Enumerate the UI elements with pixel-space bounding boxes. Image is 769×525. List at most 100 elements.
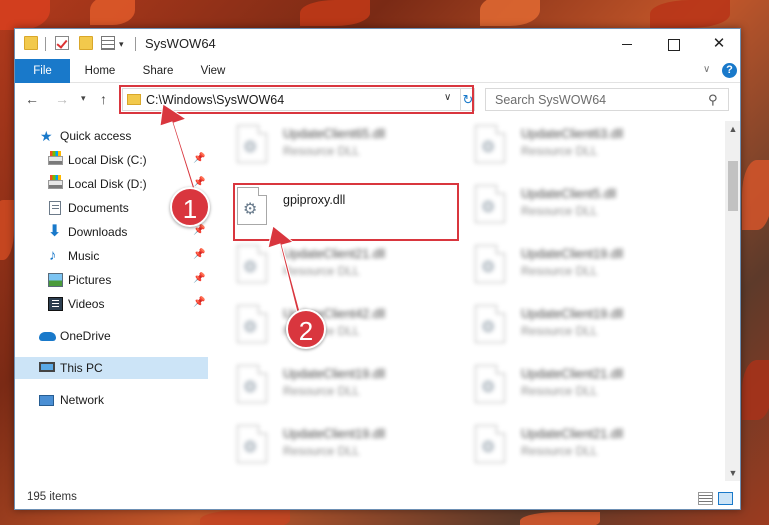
- scrollbar-thumb[interactable]: [728, 161, 738, 211]
- network-icon: [39, 395, 54, 406]
- music-note-icon: ♪: [49, 247, 57, 264]
- help-icon[interactable]: ?: [722, 63, 737, 78]
- close-button[interactable]: ✕: [696, 29, 740, 59]
- dll-file-icon: ⚙: [237, 425, 267, 463]
- pin-icon[interactable]: 📌: [193, 177, 205, 188]
- dll-file-icon: ⚙: [475, 185, 505, 223]
- background-leaf: [200, 510, 290, 525]
- sidebar-item-label: Music: [68, 249, 100, 263]
- customize-toolbar-chevron-icon[interactable]: ▾: [119, 39, 124, 50]
- sidebar-item-label: OneDrive: [60, 329, 111, 343]
- gear-icon: ⚙: [481, 139, 496, 156]
- file-type: Resource DLL: [521, 264, 598, 278]
- recent-locations-chevron-icon[interactable]: ▾: [81, 93, 86, 104]
- file-type: Resource DLL: [521, 144, 598, 158]
- pin-icon[interactable]: 📌: [193, 249, 205, 260]
- gear-icon: ⚙: [243, 259, 258, 276]
- file-name: UpdateClient19.dll: [283, 427, 386, 441]
- file-item[interactable]: ⚙ UpdateClient19.dll Resource DLL: [463, 301, 688, 351]
- scroll-up-arrow-icon[interactable]: ▲: [725, 121, 740, 137]
- scroll-down-arrow-icon[interactable]: ▼: [725, 465, 740, 481]
- sidebar-item-label: Documents: [68, 201, 129, 215]
- window-title: SysWOW64: [145, 36, 216, 51]
- forward-arrow-icon[interactable]: →: [55, 91, 69, 107]
- gear-icon: ⚙: [481, 439, 496, 456]
- file-item[interactable]: ⚙ UpdateClient21.dll Resource DLL: [463, 361, 688, 411]
- pin-icon[interactable]: 📌: [193, 273, 205, 284]
- expand-ribbon-chevron-icon[interactable]: ∨: [703, 64, 710, 75]
- gear-icon: ⚙: [243, 439, 258, 456]
- sidebar-item-label: Local Disk (D:): [68, 177, 147, 191]
- drive-icon: [48, 175, 63, 189]
- drive-icon: [48, 151, 63, 165]
- tab-home[interactable]: Home: [75, 59, 125, 83]
- tab-share[interactable]: Share: [133, 59, 183, 83]
- gear-icon: ⚙: [481, 379, 496, 396]
- gear-icon: ⚙: [243, 319, 258, 336]
- back-arrow-icon[interactable]: ←: [25, 91, 39, 107]
- pin-icon[interactable]: 📌: [193, 297, 205, 308]
- vertical-scrollbar[interactable]: ▲ ▼: [725, 121, 740, 481]
- pin-icon[interactable]: 📌: [193, 225, 205, 236]
- dll-file-icon: ⚙: [237, 305, 267, 343]
- details-view-icon[interactable]: [698, 492, 713, 505]
- file-item[interactable]: ⚙ UpdateClient21.dll Resource DLL: [463, 421, 688, 471]
- search-placeholder: Search SysWOW64: [495, 93, 607, 107]
- gear-icon: ⚙: [243, 139, 258, 156]
- file-item[interactable]: ⚙ UpdateClient5.dll Resource DLL: [463, 181, 688, 231]
- search-input[interactable]: Search SysWOW64 ⚲: [485, 88, 729, 111]
- sidebar-item-local-disk-c[interactable]: Local Disk (C:) 📌: [15, 149, 208, 171]
- sidebar-item-music[interactable]: ♪ Music 📌: [15, 245, 208, 267]
- large-icons-view-icon[interactable]: [718, 492, 733, 505]
- step-2-badge: 2: [286, 309, 326, 349]
- dll-file-icon: ⚙: [237, 365, 267, 403]
- file-type: Resource DLL: [521, 204, 598, 218]
- dll-file-icon: ⚙: [237, 245, 267, 283]
- file-type: Resource DLL: [283, 144, 360, 158]
- dll-file-icon: ⚙: [475, 365, 505, 403]
- file-item[interactable]: ⚙ UpdateClient42.dll Resource DLL: [225, 301, 450, 351]
- computer-icon: [39, 362, 55, 372]
- gear-icon: ⚙: [481, 319, 496, 336]
- sidebar-item-this-pc[interactable]: This PC: [15, 357, 208, 379]
- sidebar-item-onedrive[interactable]: OneDrive: [15, 325, 208, 347]
- minimize-button[interactable]: [604, 29, 650, 59]
- file-type: Resource DLL: [283, 384, 360, 398]
- file-name: UpdateClient21.dll: [521, 367, 624, 381]
- properties-check-icon[interactable]: [55, 36, 69, 50]
- file-item[interactable]: ⚙ UpdateClient19.dll Resource DLL: [463, 241, 688, 291]
- background-leaf: [90, 0, 135, 25]
- new-folder-icon[interactable]: [79, 36, 93, 50]
- file-item[interactable]: ⚙ UpdateClient63.dll Resource DLL: [463, 121, 688, 171]
- tab-view[interactable]: View: [190, 59, 236, 83]
- file-item[interactable]: ⚙ UpdateClient21.dll Resource DLL: [225, 241, 450, 291]
- file-item[interactable]: ⚙ UpdateClient19.dll Resource DLL: [225, 421, 450, 471]
- up-arrow-icon[interactable]: ↑: [100, 91, 107, 107]
- file-item[interactable]: ⚙ UpdateClient65.dll Resource DLL: [225, 121, 450, 171]
- pin-icon[interactable]: 📌: [193, 153, 205, 164]
- background-leaf: [300, 0, 370, 26]
- sidebar-item-label: Quick access: [60, 129, 132, 143]
- file-name: UpdateClient19.dll: [521, 307, 624, 321]
- ribbon-tabs: File Home Share View ∨ ?: [15, 59, 740, 83]
- tab-file[interactable]: File: [15, 59, 70, 83]
- search-icon[interactable]: ⚲: [708, 92, 718, 108]
- sidebar-item-network[interactable]: Network: [15, 389, 208, 411]
- properties-list-icon[interactable]: [101, 36, 115, 50]
- sidebar-item-label: This PC: [60, 361, 103, 375]
- sidebar-item-quick-access[interactable]: ★ Quick access: [15, 125, 208, 147]
- file-name: UpdateClient63.dll: [521, 127, 624, 141]
- gear-icon: ⚙: [481, 199, 496, 216]
- sidebar-item-pictures[interactable]: Pictures 📌: [15, 269, 208, 291]
- file-type: Resource DLL: [283, 264, 360, 278]
- download-arrow-icon: ⬇: [48, 223, 62, 240]
- gear-icon: ⚙: [481, 259, 496, 276]
- documents-icon: [49, 201, 61, 215]
- maximize-button[interactable]: [650, 29, 696, 59]
- sidebar-item-videos[interactable]: Videos 📌: [15, 293, 208, 315]
- background-leaf: [480, 0, 540, 26]
- file-item[interactable]: ⚙ UpdateClient19.dll Resource DLL: [225, 361, 450, 411]
- file-name: UpdateClient19.dll: [521, 247, 624, 261]
- sidebar-item-label: Network: [60, 393, 105, 407]
- file-name: UpdateClient65.dll: [283, 127, 386, 141]
